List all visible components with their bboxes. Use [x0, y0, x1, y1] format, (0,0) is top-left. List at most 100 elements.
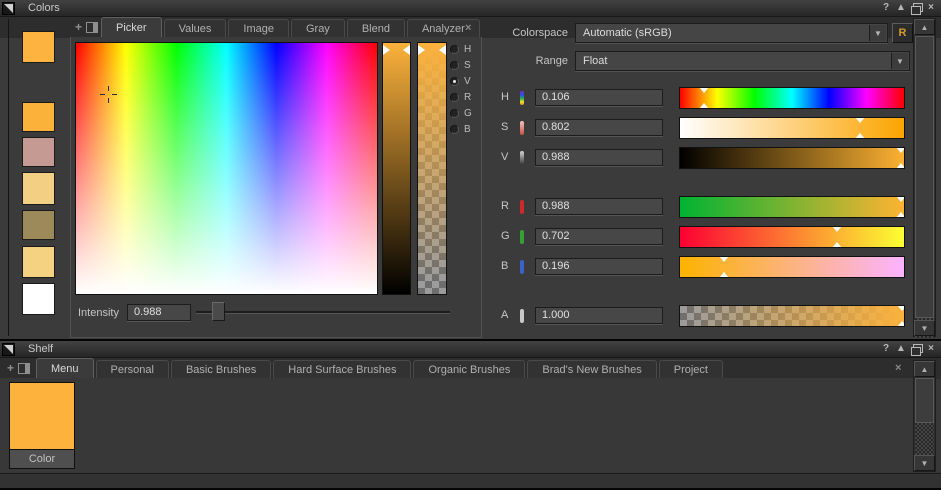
saturation-icon — [520, 121, 524, 135]
float-window-icon[interactable] — [909, 1, 923, 15]
scroll-up-icon[interactable]: ▲ — [914, 361, 935, 377]
tab-project[interactable]: Project — [659, 360, 723, 379]
channel-row-v: V 0.988 — [0, 147, 941, 169]
radio-icon[interactable] — [450, 45, 459, 54]
shelf-panel: Shelf ? ▲ × + Menu Personal Basic Brushe… — [0, 341, 941, 488]
channel-label: A — [501, 309, 513, 321]
channel-row-g: G 0.702 — [0, 226, 941, 248]
colors-panel: Colors ? ▲ × + Picker Values Image Gray … — [0, 0, 941, 339]
s-gradient — [680, 118, 904, 138]
v-gradient-bar[interactable] — [679, 147, 905, 169]
tab-basic-brushes[interactable]: Basic Brushes — [171, 360, 271, 379]
colors-scrollbar[interactable]: ▲ ▼ — [913, 18, 936, 337]
help-icon[interactable]: ? — [879, 342, 893, 356]
tab-image[interactable]: Image — [228, 19, 289, 38]
h-gradient-bar[interactable] — [679, 87, 905, 109]
chevron-down-icon[interactable]: ▼ — [869, 25, 886, 41]
scrollbar-thumb[interactable] — [915, 378, 934, 423]
a-gradient-bar[interactable] — [679, 305, 905, 327]
panel-title: Shelf — [28, 343, 53, 355]
range-dropdown[interactable]: Float ▼ — [575, 51, 910, 71]
radio-icon-selected[interactable] — [450, 77, 459, 86]
close-icon[interactable]: × — [924, 342, 938, 356]
s-value-input[interactable]: 0.802 — [535, 119, 663, 136]
tab-hard-surface-brushes[interactable]: Hard Surface Brushes — [273, 360, 411, 379]
colorspace-label: Colorspace — [460, 27, 568, 39]
chevron-down-icon[interactable]: ▼ — [891, 53, 908, 69]
add-tab-button[interactable]: + — [7, 361, 14, 375]
tab-tools: + — [75, 20, 98, 34]
shelf-content: Color — [1, 378, 913, 473]
detach-page-icon[interactable] — [18, 363, 30, 374]
radio-label: H — [464, 44, 471, 55]
window-controls: ? ▲ × — [879, 342, 938, 356]
scroll-down-icon[interactable]: ▼ — [914, 320, 935, 336]
b-gradient-bar[interactable] — [679, 256, 905, 278]
shelf-color-item[interactable]: Color — [9, 382, 75, 469]
detach-page-icon[interactable] — [86, 22, 98, 33]
b-value-input[interactable]: 0.196 — [535, 258, 663, 275]
green-channel-icon — [520, 230, 524, 244]
scrollbar-track[interactable] — [915, 423, 934, 456]
tab-personal[interactable]: Personal — [96, 360, 169, 379]
help-icon[interactable]: ? — [879, 1, 893, 15]
detach-handle-icon[interactable] — [2, 2, 15, 15]
radio-icon[interactable] — [450, 61, 459, 70]
r-gradient-bar[interactable] — [679, 196, 905, 218]
channel-row-r: R 0.988 — [0, 196, 941, 218]
v-value-input[interactable]: 0.988 — [535, 149, 663, 166]
b-gradient — [680, 257, 904, 277]
dock-divider — [8, 19, 9, 336]
channel-label: V — [501, 151, 513, 163]
tab-blend[interactable]: Blend — [347, 19, 405, 38]
shelf-scrollbar[interactable]: ▲ ▼ — [913, 360, 936, 472]
a-value-input[interactable]: 1.000 — [535, 307, 663, 324]
s-gradient-bar[interactable] — [679, 117, 905, 139]
shelf-titlebar[interactable]: Shelf ? ▲ × — [0, 341, 941, 358]
value-icon — [520, 151, 524, 165]
range-label: Range — [460, 55, 568, 67]
r-gradient — [680, 197, 904, 217]
channel-label: H — [501, 91, 513, 103]
a-gradient — [680, 306, 904, 326]
detach-handle-icon[interactable] — [2, 343, 15, 356]
colorspace-value: Automatic (sRGB) — [583, 27, 672, 39]
shelf-bottom-strip — [0, 473, 941, 488]
tab-brads-new-brushes[interactable]: Brad's New Brushes — [527, 360, 656, 379]
float-window-icon[interactable] — [909, 342, 923, 356]
r-value-input[interactable]: 0.988 — [535, 198, 663, 215]
shelf-tabbar: + Menu Personal Basic Brushes Hard Surfa… — [0, 358, 941, 379]
blue-channel-icon — [520, 260, 524, 274]
radio-label: V — [464, 76, 471, 87]
g-gradient — [680, 227, 904, 247]
scroll-down-icon[interactable]: ▼ — [914, 455, 935, 471]
panel-title: Colors — [28, 2, 60, 14]
scroll-up-icon[interactable]: ▲ — [914, 19, 935, 35]
collapse-icon[interactable]: ▲ — [894, 1, 908, 15]
scrollbar-thumb[interactable] — [915, 36, 934, 318]
reset-colorspace-button[interactable]: R — [892, 23, 913, 43]
channel-row-a: A 1.000 — [0, 305, 941, 327]
close-page-icon[interactable]: × — [895, 362, 901, 374]
shelf-color-swatch[interactable] — [10, 383, 74, 449]
v-gradient — [680, 148, 904, 168]
tab-gray[interactable]: Gray — [291, 19, 345, 38]
close-icon[interactable]: × — [924, 1, 938, 15]
shelf-item-label: Color — [10, 449, 74, 468]
colors-titlebar[interactable]: Colors ? ▲ × — [0, 0, 941, 17]
tab-values[interactable]: Values — [164, 19, 227, 38]
colorspace-dropdown[interactable]: Automatic (sRGB) ▼ — [575, 23, 888, 43]
tab-organic-brushes[interactable]: Organic Brushes — [413, 360, 525, 379]
collapse-icon[interactable]: ▲ — [894, 342, 908, 356]
current-color-swatch[interactable] — [22, 31, 55, 63]
channel-label: R — [501, 200, 513, 212]
g-gradient-bar[interactable] — [679, 226, 905, 248]
tab-picker[interactable]: Picker — [101, 17, 162, 38]
g-value-input[interactable]: 0.702 — [535, 228, 663, 245]
tab-tools: + — [7, 361, 30, 375]
range-value: Float — [583, 55, 607, 67]
red-channel-icon — [520, 200, 524, 214]
tab-menu[interactable]: Menu — [36, 358, 94, 379]
h-value-input[interactable]: 0.106 — [535, 89, 663, 106]
add-tab-button[interactable]: + — [75, 20, 82, 34]
